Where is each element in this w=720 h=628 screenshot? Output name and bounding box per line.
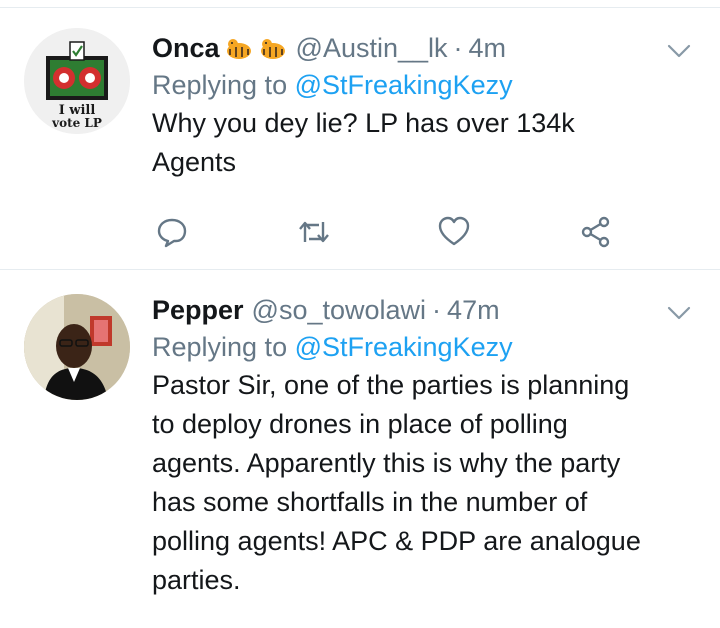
like-icon[interactable] — [436, 214, 472, 250]
display-name[interactable]: Onca — [152, 30, 220, 66]
replying-to: Replying to @StFreakingKezy — [152, 66, 700, 104]
tweet-text-line: Pastor Sir, one of the parties is planni… — [152, 370, 630, 400]
tweet-text-line: Why you dey lie? LP has over 134k — [152, 108, 575, 138]
tweet-text-line: agents. Apparently this is why the party — [152, 448, 621, 478]
replying-to-label: Replying to — [152, 332, 288, 362]
tweet-header: Onca @Austin__lk · 4m — [152, 30, 700, 66]
replying-to-label: Replying to — [152, 70, 288, 100]
tweet-text: Why you dey lie? LP has over 134k Agents — [152, 104, 700, 182]
tweet-actions — [152, 214, 622, 250]
avatar[interactable] — [24, 294, 130, 400]
separator-dot: · — [453, 33, 463, 63]
tweet-text: Pastor Sir, one of the parties is planni… — [152, 366, 700, 600]
separator-dot: · — [432, 295, 442, 325]
tweet-text-line: Agents — [152, 147, 237, 177]
share-icon[interactable] — [578, 214, 614, 250]
avatar[interactable]: I will vote LP — [24, 28, 130, 134]
avatar-text-line2: vote LP — [51, 116, 102, 130]
profile-photo-image — [24, 294, 130, 400]
tweet[interactable]: Pepper @so_towolawi · 47m Replying to @S… — [0, 270, 720, 628]
timestamp[interactable]: 4m — [469, 30, 507, 66]
display-name[interactable]: Pepper — [152, 292, 244, 328]
chevron-down-icon[interactable] — [666, 300, 692, 326]
mention-link[interactable]: @StFreakingKezy — [295, 332, 513, 362]
tweet-text-line: to deploy drones in place of polling — [152, 409, 568, 439]
vote-lp-avatar-image: I will vote LP — [24, 28, 130, 134]
chevron-down-icon[interactable] — [666, 38, 692, 64]
tweet-text-line: polling agents! APC & PDP are analogue — [152, 526, 641, 556]
tweet-text-line: parties. — [152, 565, 241, 595]
top-divider — [0, 0, 720, 8]
tweet-text-line: has some shortfalls in the number of — [152, 487, 588, 517]
retweet-icon[interactable] — [296, 214, 332, 250]
timestamp[interactable]: 47m — [447, 292, 500, 328]
user-handle[interactable]: @Austin__lk — [296, 30, 448, 66]
reply-icon[interactable] — [154, 214, 190, 250]
mention-link[interactable]: @StFreakingKezy — [295, 70, 513, 100]
tweet-header: Pepper @so_towolawi · 47m — [152, 292, 700, 328]
tiger-emoji-icon — [260, 39, 285, 59]
tweet-content: Pepper @so_towolawi · 47m Replying to @S… — [152, 292, 700, 600]
user-handle[interactable]: @so_towolawi — [252, 292, 427, 328]
replying-to: Replying to @StFreakingKezy — [152, 328, 700, 366]
tweet-content: Onca @Austin__lk · 4m Replying to @StFre… — [152, 30, 700, 182]
tweet[interactable]: I will vote LP Onca @Austin__lk · 4m Rep… — [0, 8, 720, 270]
tiger-emoji-icon — [226, 39, 251, 59]
